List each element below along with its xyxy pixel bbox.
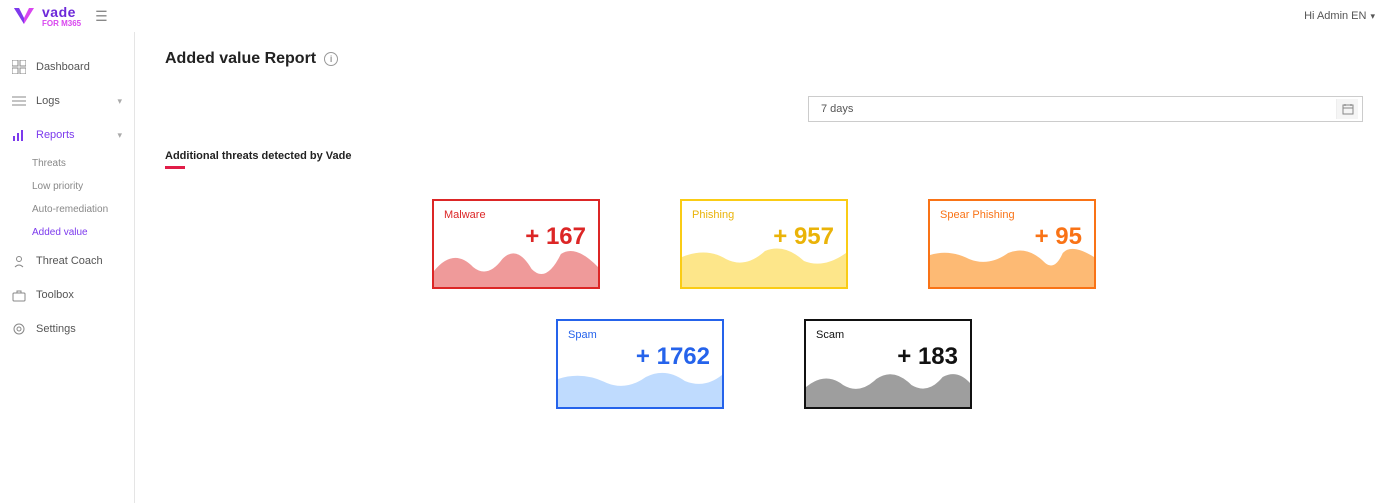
card-row-bottom: Spam + 1762 Scam + 183	[556, 319, 972, 409]
card-spear-phishing[interactable]: Spear Phishing + 95	[928, 199, 1096, 289]
date-range-select[interactable]: 7 days	[808, 96, 1363, 122]
brand-name: vade	[42, 5, 81, 19]
accent-bar	[165, 166, 185, 169]
sidebar-item-label: Settings	[36, 323, 76, 335]
sidebar-item-label: Logs	[36, 95, 60, 107]
caret-down-icon: ▾	[117, 130, 122, 141]
caret-down-icon: ▾	[117, 96, 122, 107]
sparkline-icon	[930, 239, 1094, 287]
card-label: Scam	[816, 329, 844, 341]
cards-wrap: Malware + 167 Phishing + 957 Spear Phish…	[165, 199, 1363, 409]
sidebar-item-settings[interactable]: Settings	[0, 312, 134, 346]
card-malware[interactable]: Malware + 167	[432, 199, 600, 289]
sidebar-subitem-autoremediation[interactable]: Auto-remediation	[32, 198, 134, 221]
reports-icon	[12, 128, 26, 142]
logs-icon	[12, 94, 26, 108]
card-label: Spear Phishing	[940, 209, 1015, 221]
sparkline-icon	[558, 359, 722, 407]
reports-subitems: Threats Low priority Auto-remediation Ad…	[0, 152, 134, 244]
card-label: Spam	[568, 329, 597, 341]
sidebar-item-label: Dashboard	[36, 61, 90, 73]
date-range-value: 7 days	[821, 103, 853, 115]
card-phishing[interactable]: Phishing + 957	[680, 199, 848, 289]
card-label: Phishing	[692, 209, 734, 221]
card-spam[interactable]: Spam + 1762	[556, 319, 724, 409]
sidebar-item-dashboard[interactable]: Dashboard	[0, 50, 134, 84]
gear-icon	[12, 322, 26, 336]
page-title: Added value Report i	[165, 50, 1363, 68]
hamburger-icon[interactable]: ☰	[95, 8, 108, 25]
sidebar-item-label: Reports	[36, 129, 75, 141]
user-label: Hi Admin EN	[1304, 10, 1366, 22]
logo-icon	[12, 6, 36, 26]
sidebar-item-label: Toolbox	[36, 289, 74, 301]
toolbox-icon	[12, 288, 26, 302]
user-menu[interactable]: Hi Admin EN ▾	[1304, 10, 1375, 22]
info-icon[interactable]: i	[324, 52, 338, 66]
coach-icon	[12, 254, 26, 268]
sidebar-item-threatcoach[interactable]: Threat Coach	[0, 244, 134, 278]
sidebar: Dashboard Logs ▾ Reports ▾ Threats Low p…	[0, 0, 135, 503]
sidebar-item-logs[interactable]: Logs ▾	[0, 84, 134, 118]
sidebar-item-label: Threat Coach	[36, 255, 103, 267]
logo-block: vade FOR M365 ☰	[12, 5, 108, 28]
sparkline-icon	[434, 239, 598, 287]
app-root: vade FOR M365 ☰ Hi Admin EN ▾ Dashboard …	[0, 0, 1393, 503]
sidebar-subitem-addedvalue[interactable]: Added value	[32, 221, 134, 244]
section-label: Additional threats detected by Vade	[165, 150, 1363, 162]
sidebar-item-reports[interactable]: Reports ▾	[0, 118, 134, 152]
filter-row: 7 days	[165, 96, 1363, 122]
caret-down-icon: ▾	[1370, 11, 1375, 22]
card-label: Malware	[444, 209, 486, 221]
card-scam[interactable]: Scam + 183	[804, 319, 972, 409]
sparkline-icon	[682, 239, 846, 287]
sidebar-subitem-threats[interactable]: Threats	[32, 152, 134, 175]
sidebar-item-toolbox[interactable]: Toolbox	[0, 278, 134, 312]
calendar-icon	[1336, 99, 1358, 119]
sidebar-subitem-lowpriority[interactable]: Low priority	[32, 175, 134, 198]
brand-sub: FOR M365	[42, 20, 81, 28]
card-row-top: Malware + 167 Phishing + 957 Spear Phish…	[432, 199, 1096, 289]
topbar: vade FOR M365 ☰ Hi Admin EN ▾	[0, 0, 1393, 32]
dashboard-icon	[12, 60, 26, 74]
sparkline-icon	[806, 359, 970, 407]
main-content: Added value Report i 7 days Additional t…	[135, 0, 1393, 503]
